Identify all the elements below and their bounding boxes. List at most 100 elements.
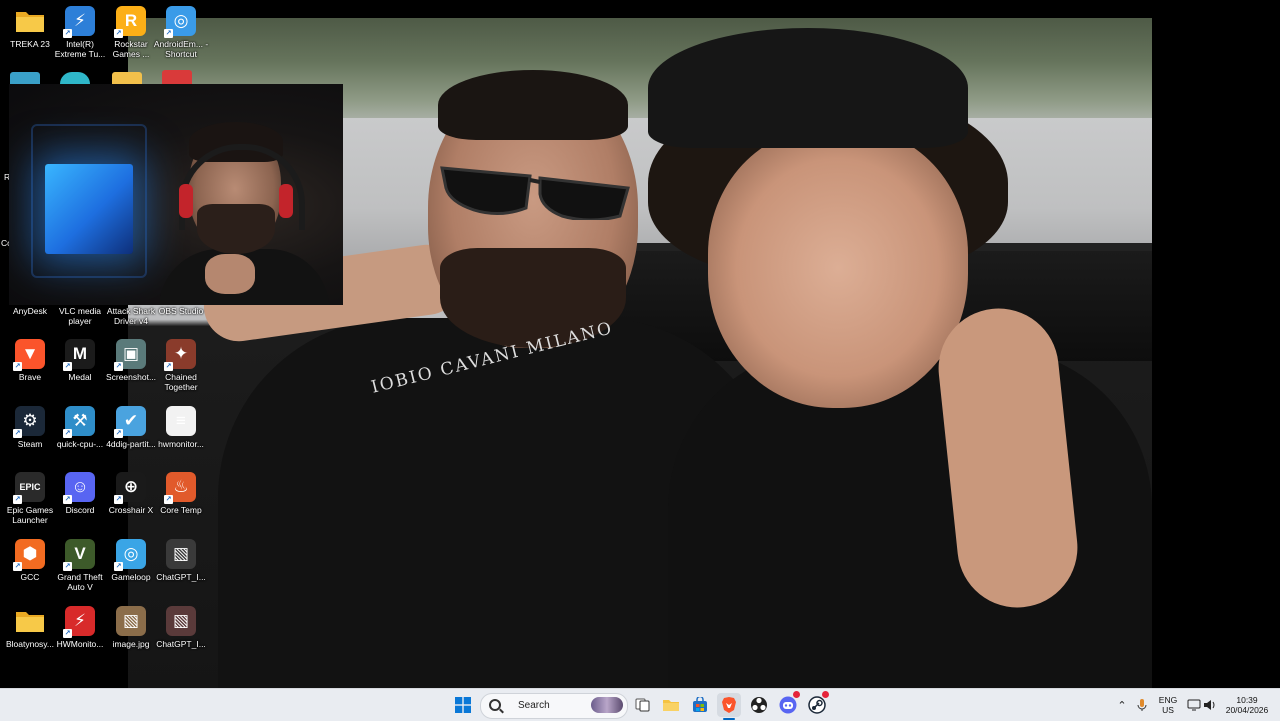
task-view-icon[interactable] [631,693,655,717]
partial-icon[interactable] [112,72,142,84]
search-placeholder: Search [518,700,550,711]
wallpaper-sunglasses [440,166,630,220]
shortcut-arrow-icon: ↗ [13,495,22,504]
search-highlight-image [591,697,623,713]
wallpaper-person-left-hair [438,70,628,140]
notification-badge [793,691,800,698]
taskbar-search-box[interactable]: Search [480,693,628,719]
desktop-shortcut[interactable]: ◎ ↗ AndroidEm... - Shortcut [152,6,210,59]
search-icon [489,699,501,711]
desktop-shortcut[interactable]: ☺ ↗ Discord [51,472,109,515]
wallpaper-person-right-head [708,128,968,408]
discord-icon: ☺ ↗ [63,472,95,504]
partial-icon[interactable] [162,70,192,84]
notification-badge [822,691,829,698]
desktop-shortcut-label: quick-cpu-... [56,439,104,449]
webcam-pc-case-glow [45,164,133,254]
desktop-shortcut[interactable]: ⚒ ↗ quick-cpu-... [51,406,109,449]
keyboard-layout: US [1162,705,1174,715]
gta-v-icon: V ↗ [63,539,95,571]
file-explorer-icon[interactable] [659,693,683,717]
shortcut-arrow-icon: ↗ [114,495,123,504]
clock-time: 10:39 [1236,695,1258,705]
desktop-shortcut-label: Chained Together [164,372,198,392]
language-code: ENG [1158,695,1178,705]
clock-date: 20/04/2026 [1225,705,1269,715]
crosshair-x-icon: ⊕ ↗ [114,472,146,504]
medal-icon: M ↗ [63,339,95,371]
desktop-shortcut-label: VLC media player [58,306,102,326]
steam-icon: ⚙ ↗ [13,406,45,438]
desktop-shortcut-label: Intel(R) Extreme Tu... [54,39,106,59]
desktop-shortcut[interactable]: ⚡ ↗ HWMonito... [51,606,109,649]
file-icon: ≡ [166,406,196,436]
desktop-shortcut-label: Discord [65,505,95,515]
epic-games-icon: EPIC ↗ [13,472,45,504]
headset-earcup-left [179,184,193,218]
shortcut-arrow-icon: ↗ [13,362,22,371]
folder-icon [15,6,45,36]
desktop-shortcut[interactable]: V ↗ Grand Theft Auto V [51,539,109,592]
screenshot-icon: ▣ ↗ [114,339,146,371]
brave-icon: ▼ ↗ [13,339,45,371]
desktop-shortcut-label: Medal [68,372,92,382]
shortcut-arrow-icon: ↗ [164,495,173,504]
desktop-shortcut[interactable]: ♨ ↗ Core Temp [152,472,210,515]
gameloop-icon: ◎ ↗ [114,539,146,571]
shortcut-arrow-icon: ↗ [63,629,72,638]
taskbar: Search ⌃ ENG US 10:39 20/04/2026 [0,688,1280,721]
shortcut-arrow-icon: ↗ [114,362,123,371]
4ddig-icon: ✔ ↗ [114,406,146,438]
shortcut-arrow-icon: ↗ [63,29,72,38]
desktop-shortcut-label: Core Temp [160,505,202,515]
shortcut-arrow-icon: ↗ [63,429,72,438]
desktop-shortcut[interactable]: ▧ ChatGPT_I... [152,606,210,649]
webcam-overlay [9,84,343,305]
folder-icon [15,606,45,636]
desktop-shortcut[interactable]: M ↗ Medal [51,339,109,382]
partial-icon[interactable] [60,72,90,84]
image-file-icon: ▧ [166,606,196,636]
shortcut-arrow-icon: ↗ [164,362,173,371]
hwmonitor-icon: ⚡ ↗ [63,606,95,638]
desktop-shortcut-label: HWMonito... [56,639,104,649]
wallpaper-person-right-cap [648,28,968,148]
shortcut-arrow-icon: ↗ [164,29,173,38]
shortcut-arrow-icon: ↗ [114,29,123,38]
shortcut-arrow-icon: ↗ [63,562,72,571]
shortcut-arrow-icon: ↗ [13,562,22,571]
desktop-shortcut-label: ChatGPT_I... [156,572,206,582]
microphone-icon[interactable] [1130,693,1154,717]
store-icon[interactable] [688,693,712,717]
partial-icon[interactable] [10,72,40,84]
desktop-shortcut-label: AndroidEm... - Shortcut [153,39,209,59]
clock[interactable]: 10:39 20/04/2026 [1220,695,1274,715]
discord-icon[interactable] [776,691,800,717]
volume-icon[interactable] [1198,693,1222,717]
shortcut-arrow-icon: ↗ [13,429,22,438]
webcam-streamer-hand [205,254,255,294]
intel-xtu-icon: ⚡ ↗ [63,6,95,38]
steam-icon[interactable] [805,691,829,717]
image-file-icon: ▧ [116,606,146,636]
headset-earcup-right [279,184,293,218]
windows-start-icon[interactable] [451,693,475,717]
desktop-shortcut[interactable]: ✦ ↗ Chained Together [152,339,210,392]
language-indicator[interactable]: ENG US [1155,695,1181,715]
brave-icon[interactable] [717,693,741,717]
image-file-icon: ▧ [166,539,196,569]
desktop-shortcut[interactable]: ▧ ChatGPT_I... [152,539,210,582]
rockstar-icon: R ↗ [114,6,146,38]
shortcut-arrow-icon: ↗ [63,495,72,504]
desktop-shortcut[interactable]: ⚡ ↗ Intel(R) Extreme Tu... [51,6,109,59]
gcc-icon: ⬢ ↗ [13,539,45,571]
shortcut-arrow-icon: ↗ [114,429,123,438]
core-temp-icon: ♨ ↗ [164,472,196,504]
chained-together-icon: ✦ ↗ [164,339,196,371]
obs-icon[interactable] [747,693,771,717]
shortcut-arrow-icon: ↗ [63,362,72,371]
desktop-shortcut-label: ChatGPT_I... [156,639,206,649]
desktop-shortcut[interactable]: ≡ hwmonitor... [152,406,210,449]
wallpaper-person-right-body [668,348,1152,688]
desktop-shortcut-label: hwmonitor... [158,439,204,449]
